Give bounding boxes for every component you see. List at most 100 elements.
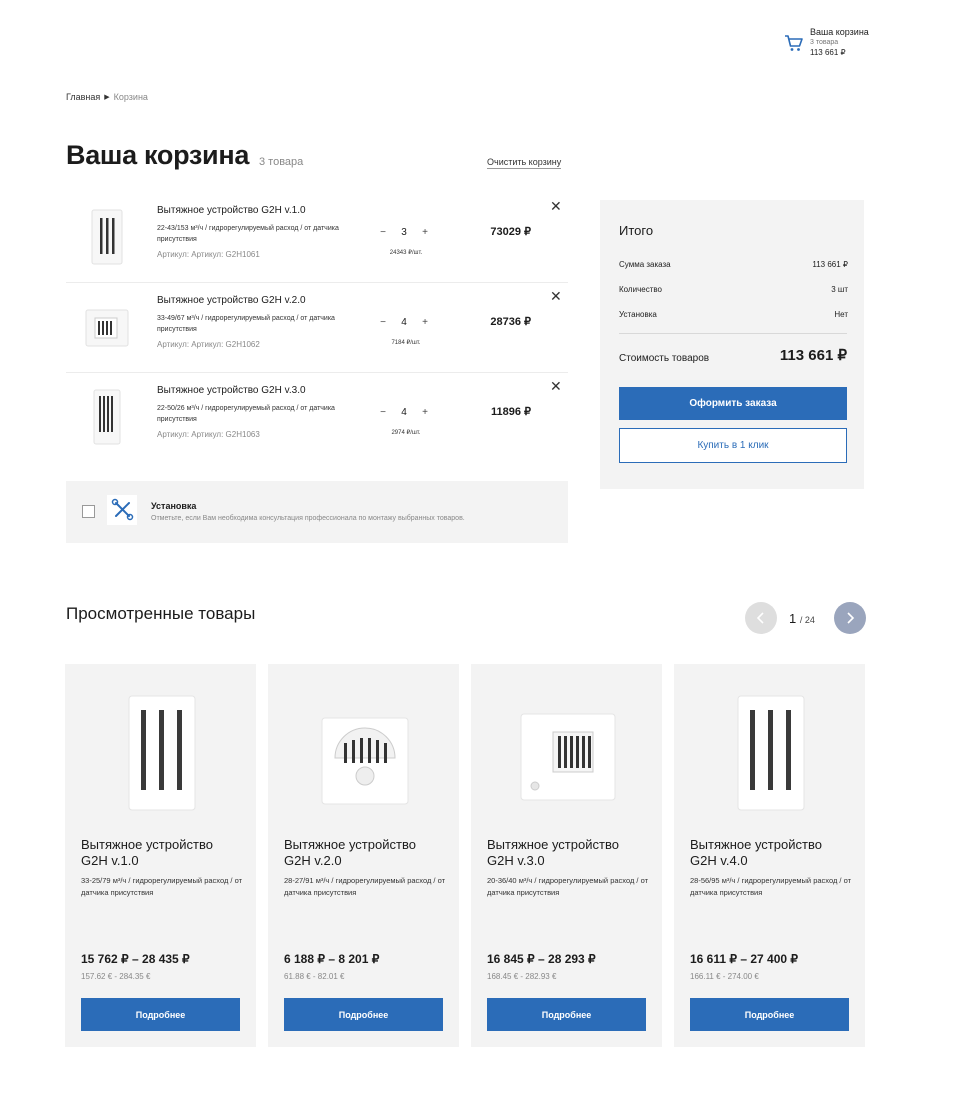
summary-row-value: Нет [834,310,848,319]
summary-divider [619,333,847,334]
install-label: Установка [151,501,197,511]
increase-button[interactable]: + [417,227,433,238]
remove-item-icon[interactable]: ✕ [550,378,562,395]
details-button[interactable]: Подробнее [690,998,849,1031]
product-desc: 28-27/91 м³/ч / гидрорегулируемый расход… [284,876,446,897]
tools-icon [107,495,137,525]
breadcrumb: Главная ▶ Корзина [66,92,148,102]
cart-item: Вытяжное устройство G2H v.2.0 33-49/67 м… [66,283,568,373]
pager-indicator: 1 / 24 [789,611,815,626]
increase-button[interactable]: + [417,407,433,418]
breadcrumb-home[interactable]: Главная [66,92,100,102]
pager-next-button[interactable] [834,602,866,634]
quantity-value[interactable]: 3 [401,227,407,238]
product-image [93,389,121,445]
product-name[interactable]: Вытяжное устройство G2H v.3.0 [487,837,647,869]
summary-row: Установка Нет [619,310,848,319]
header-cart-title: Ваша корзина [810,27,869,37]
remove-item-icon[interactable]: ✕ [550,198,562,215]
product-name[interactable]: Вытяжное устройство G2H v.1.0 [81,837,241,869]
cart-item-sku: Артикул: Артикул: G2H1063 [157,430,260,439]
summary-row-label: Установка [619,310,657,319]
item-sum: 11896 ₽ [490,406,531,418]
details-button[interactable]: Подробнее [284,998,443,1031]
total-value: 113 661 ₽ [779,347,847,364]
unit-price: 2974 ₽/шт. [391,430,421,436]
summary-row-value: 113 661 ₽ [812,260,848,269]
pager-current: 1 [789,611,797,626]
viewed-section-title: Просмотренные товары [66,604,256,623]
product-desc: 20-36/40 м³/ч / гидрорегулируемый расход… [487,876,649,897]
cart-item-sku: Артикул: Артикул: G2H1061 [157,250,260,259]
quantity-value[interactable]: 4 [401,317,407,328]
product-desc: 28-56/95 м³/ч / гидрорегулируемый расход… [690,876,852,897]
decrease-button[interactable]: − [375,407,391,418]
product-card: Вытяжное устройство G2H v.3.0 20-36/40 м… [471,664,662,1047]
header-cart[interactable]: Ваша корзина 3 товара 113 661 ₽ [784,26,934,60]
summary-row: Количество 3 шт [619,285,848,294]
product-price: 6 188 ₽ – 8 201 ₽ [284,952,380,966]
page-title: Ваша корзина [66,140,250,170]
product-image [91,209,123,265]
cart-item-count: 3 товара [259,156,304,168]
product-price: 16 845 ₽ – 28 293 ₽ [487,952,596,966]
product-price: 15 762 ₽ – 28 435 ₽ [81,952,190,966]
product-name[interactable]: Вытяжное устройство G2H v.2.0 [284,837,444,869]
chevron-right-icon [847,612,855,624]
product-image [520,713,616,801]
header-cart-count: 3 товара [810,39,839,46]
item-sum: 73029 ₽ [490,226,531,238]
pager-prev-button[interactable] [745,602,777,634]
summary-row-label: Сумма заказа [619,260,671,269]
product-name[interactable]: Вытяжное устройство G2H v.4.0 [690,837,850,869]
cart-item: Вытяжное устройство G2H v.3.0 22-50/26 м… [66,373,568,463]
product-image [128,695,196,811]
product-price-eur: 157.62 € - 284.35 € [81,972,151,981]
checkout-button[interactable]: Оформить заказа [619,387,847,420]
shopping-cart-icon [785,35,803,51]
header-cart-total: 113 661 ₽ [810,48,846,57]
product-price-eur: 61.88 € - 82.01 € [284,972,345,981]
breadcrumb-separator-icon: ▶ [104,94,110,101]
one-click-buy-button[interactable]: Купить в 1 клик [619,428,847,463]
product-card: Вытяжное устройство G2H v.1.0 33-25/79 м… [65,664,256,1047]
summary-title: Итого [619,223,654,238]
order-summary: Итого Сумма заказа 113 661 ₽ Количество … [600,200,864,489]
install-hint: Отметьте, если Вам необходима консультац… [151,515,465,522]
install-option: Установка Отметьте, если Вам необходима … [66,481,568,543]
clear-cart-link[interactable]: Очистить корзину [487,157,562,169]
product-price-eur: 168.45 € - 282.93 € [487,972,557,981]
summary-row-value: 3 шт [831,285,848,294]
increase-button[interactable]: + [417,317,433,328]
unit-price: 24343 ₽/шт. [389,250,423,256]
cart-item-desc: 22-50/26 м³/ч / гидрорегулируемый расход… [157,405,335,423]
item-sum: 28736 ₽ [490,316,531,328]
unit-price: 7184 ₽/шт. [391,340,421,346]
summary-row: Сумма заказа 113 661 ₽ [619,260,848,269]
cart-item-name[interactable]: Вытяжное устройство G2H v.3.0 [157,385,306,396]
cart-item-name[interactable]: Вытяжное устройство G2H v.1.0 [157,205,306,216]
quantity-value[interactable]: 4 [401,407,407,418]
quantity-stepper: − 3 + [375,223,433,241]
product-image [321,717,409,805]
cart-item: Вытяжное устройство G2H v.1.0 22-43/153 … [66,193,568,283]
decrease-button[interactable]: − [375,317,391,328]
cart-item-name[interactable]: Вытяжное устройство G2H v.2.0 [157,295,306,306]
details-button[interactable]: Подробнее [81,998,240,1031]
pager-total: / 24 [799,615,815,625]
cart-item-desc: 33-49/67 м³/ч / гидрорегулируемый расход… [157,315,335,333]
remove-item-icon[interactable]: ✕ [550,288,562,305]
product-price: 16 611 ₽ – 27 400 ₽ [690,952,799,966]
decrease-button[interactable]: − [375,227,391,238]
details-button[interactable]: Подробнее [487,998,646,1031]
product-card: Вытяжное устройство G2H v.4.0 28-56/95 м… [674,664,865,1047]
product-image [737,695,805,811]
quantity-stepper: − 4 + [375,313,433,331]
product-price-eur: 166.11 € - 274.00 € [690,972,759,981]
summary-row-label: Количество [619,285,662,294]
install-checkbox[interactable] [82,505,95,518]
breadcrumb-current: Корзина [113,92,148,102]
product-card: Вытяжное устройство G2H v.2.0 28-27/91 м… [268,664,459,1047]
product-desc: 33-25/79 м³/ч / гидрорегулируемый расход… [81,876,243,897]
cart-item-desc: 22-43/153 м³/ч / гидрорегулируемый расхо… [157,225,339,243]
